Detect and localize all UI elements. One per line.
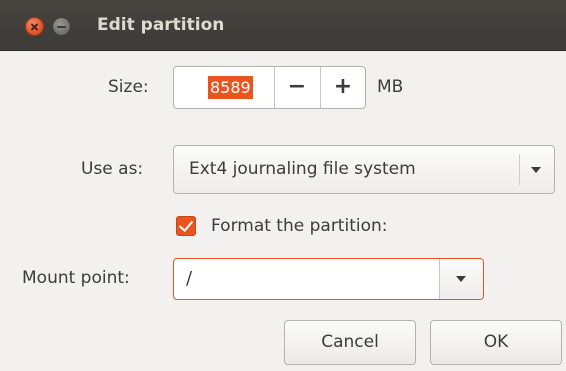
close-icon[interactable]: [25, 17, 44, 36]
use-as-selected: Ext4 journaling file system: [189, 159, 416, 179]
size-decrement-button[interactable]: −: [274, 67, 319, 108]
window-title: Edit partition: [97, 15, 225, 35]
size-spinbox[interactable]: 8589 − +: [173, 66, 366, 109]
format-checkbox[interactable]: [176, 216, 196, 236]
titlebar: Edit partition: [0, 0, 566, 51]
dropdown-separator: [519, 154, 520, 185]
mount-point-input[interactable]: /: [186, 259, 192, 299]
mount-point-label: Mount point:: [22, 268, 130, 288]
mount-point-dropdown-button[interactable]: [439, 259, 483, 299]
cancel-button[interactable]: Cancel: [284, 320, 416, 365]
chevron-down-icon: [531, 167, 541, 173]
chevron-down-icon: [456, 276, 466, 282]
use-as-dropdown[interactable]: Ext4 journaling file system: [173, 145, 555, 194]
size-increment-button[interactable]: +: [320, 67, 365, 108]
use-as-label: Use as:: [81, 159, 144, 179]
size-unit: MB: [377, 77, 404, 97]
ok-button[interactable]: OK: [430, 320, 562, 365]
format-label: Format the partition:: [211, 216, 388, 236]
mount-point-combo[interactable]: /: [173, 258, 484, 300]
minimize-icon[interactable]: [52, 17, 71, 36]
size-label: Size:: [108, 77, 149, 97]
size-value[interactable]: 8589: [208, 76, 253, 99]
edit-partition-dialog: Edit partition Size: 8589 − + MB Use as:…: [0, 0, 566, 371]
